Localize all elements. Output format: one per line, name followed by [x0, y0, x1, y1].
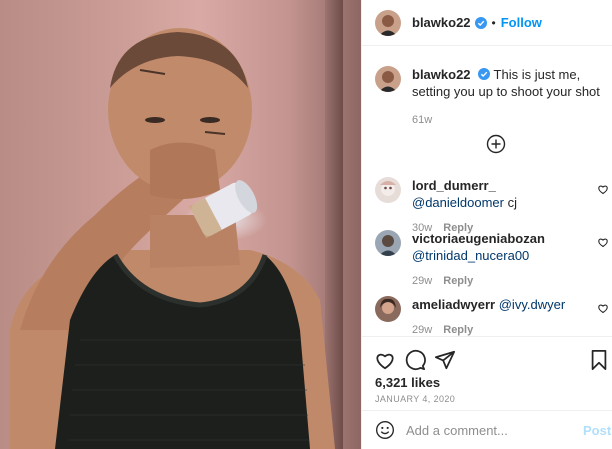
caption-timestamp: 61w: [412, 114, 433, 126]
comment-username[interactable]: lord_dumerr_: [412, 178, 496, 193]
likes-count[interactable]: 6,321 likes: [375, 375, 440, 390]
comment-body: victoriaeugeniabozan @trinidad_nucera00 …: [412, 230, 582, 290]
comment-timestamp: 29w: [412, 324, 433, 336]
caption-username[interactable]: blawko22: [412, 67, 471, 82]
comment-mention[interactable]: @ivy.dwyer: [499, 297, 565, 312]
caption-body: blawko22 This is just me, setting you up…: [412, 66, 605, 129]
post-caption: blawko22 This is just me, setting you up…: [375, 66, 605, 129]
caption-author-avatar[interactable]: [375, 66, 401, 92]
comment-input[interactable]: [406, 422, 571, 438]
comment-composer: Post: [362, 410, 612, 449]
comment-body: lord_dumerr_ @danieldoomer cj 30w Reply: [412, 177, 582, 237]
comment-username[interactable]: victoriaeugeniabozan: [412, 231, 545, 246]
reply-button[interactable]: Reply: [443, 324, 473, 336]
post-details-panel: blawko22 • Follow blawko22 This is just …: [361, 0, 612, 449]
comment-mention[interactable]: @danieldoomer: [412, 195, 504, 210]
verified-badge-icon: [474, 16, 487, 29]
commenter-avatar[interactable]: [375, 296, 401, 322]
comment-icon[interactable]: [404, 349, 426, 371]
reply-button[interactable]: Reply: [443, 275, 473, 287]
person-drinking-illustration: [10, 28, 335, 449]
commenter-avatar[interactable]: [375, 230, 401, 256]
author-avatar[interactable]: [375, 9, 401, 36]
heart-icon[interactable]: [597, 183, 609, 195]
follow-button[interactable]: Follow: [501, 15, 542, 30]
author-username[interactable]: blawko22: [412, 15, 471, 30]
commenter-avatar[interactable]: [375, 177, 401, 203]
add-circle-icon[interactable]: [486, 134, 506, 154]
bookmark-icon[interactable]: [588, 349, 610, 371]
comment-mention[interactable]: @trinidad_nucera00: [412, 248, 529, 263]
comment-meta: 29w Reply: [412, 273, 582, 290]
emoji-icon[interactable]: [375, 420, 395, 440]
post-header: blawko22 • Follow: [362, 0, 612, 46]
heart-icon[interactable]: [597, 302, 609, 314]
comment-body: ameliadwyerr @ivy.dwyer 29w Reply: [412, 296, 582, 339]
comment-item: victoriaeugeniabozan @trinidad_nucera00 …: [375, 230, 612, 290]
share-icon[interactable]: [434, 349, 456, 371]
comment-item: ameliadwyerr @ivy.dwyer 29w Reply: [375, 296, 612, 339]
heart-icon[interactable]: [597, 236, 609, 248]
heart-icon[interactable]: [374, 349, 396, 371]
post-date: January 4, 2020: [375, 394, 456, 404]
post-comment-button[interactable]: Post: [583, 423, 611, 438]
comment-timestamp: 29w: [412, 275, 433, 287]
verified-badge-icon: [478, 68, 491, 80]
comment-username[interactable]: ameliadwyerr: [412, 297, 495, 312]
separator-dot: •: [491, 15, 496, 30]
post-photo[interactable]: [0, 0, 361, 449]
comment-item: lord_dumerr_ @danieldoomer cj 30w Reply: [375, 177, 612, 237]
comment-text: cj: [503, 195, 517, 210]
